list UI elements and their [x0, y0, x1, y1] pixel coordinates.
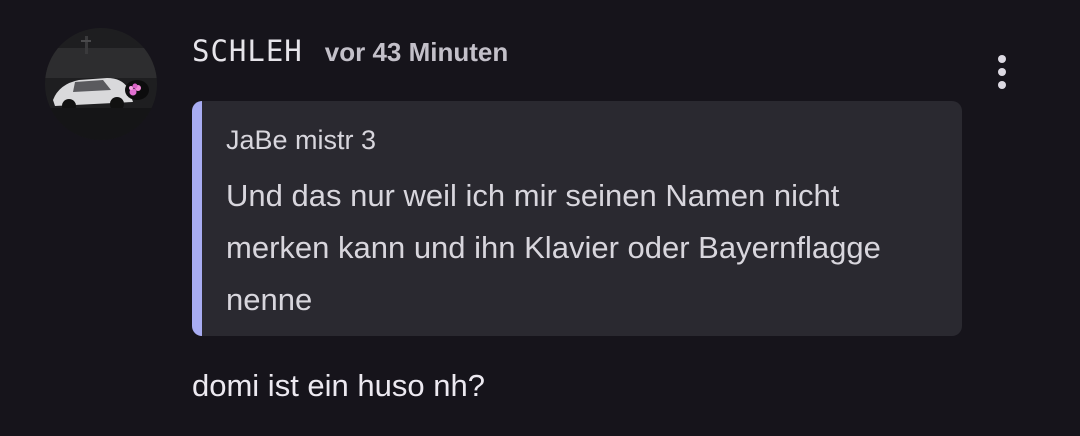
comment-text: domi ist ein huso nh? [192, 368, 485, 403]
quoted-reply[interactable]: JaBe mistr 3 Und das nur weil ich mir se… [192, 101, 962, 336]
more-options-button[interactable] [980, 48, 1024, 96]
comment-timestamp: vor 43 Minuten [324, 37, 509, 67]
quoted-text: Und das nur weil ich mir seinen Namen ni… [226, 178, 881, 317]
quote-accent-bar [192, 101, 202, 336]
quoted-author-name: JaBe mistr 3 [226, 125, 377, 155]
author-name[interactable]: SCHLEH [192, 34, 303, 68]
comment-header: SCHLEH vor 43 Minuten [192, 34, 508, 74]
comment-item: SCHLEH vor 43 Minuten JaBe mistr 3 Und d… [0, 0, 1080, 436]
more-vert-icon [998, 55, 1006, 63]
more-vert-icon-dot [998, 68, 1006, 76]
more-vert-icon-dot [998, 81, 1006, 89]
user-avatar[interactable] [45, 28, 157, 140]
avatar-image [45, 28, 157, 140]
